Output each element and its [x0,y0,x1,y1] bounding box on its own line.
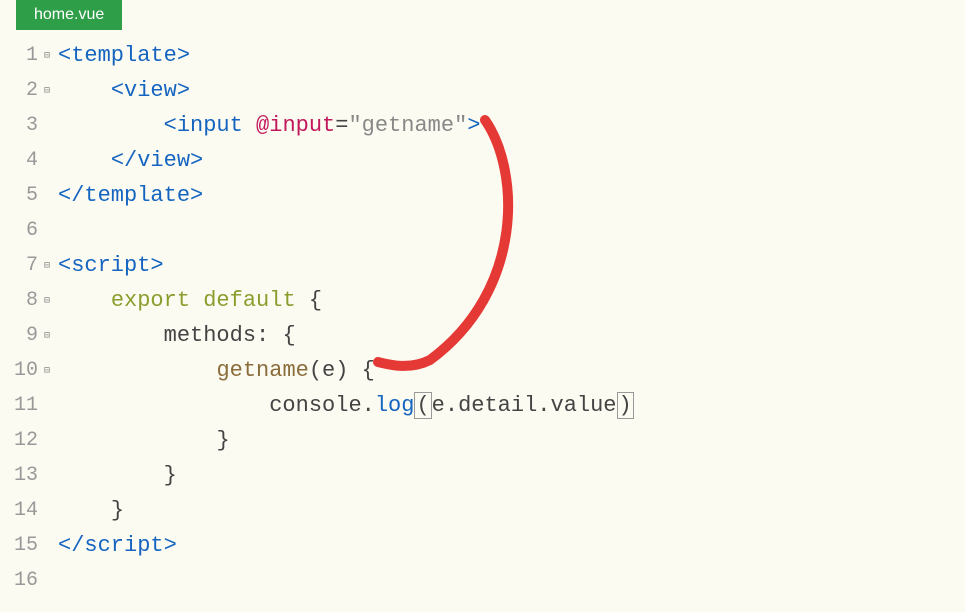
line-number: 3 [0,114,40,137]
line-number: 6 [0,219,40,242]
code-line: 9 ⊟ methods: { [0,318,965,353]
code-content[interactable]: <input @input="getname"> [54,113,481,138]
code-line: 7 ⊟ <script> [0,248,965,283]
line-number: 4 [0,149,40,172]
line-number: 11 [0,394,40,417]
code-line: 6 [0,213,965,248]
code-line: 14 } [0,493,965,528]
line-number: 15 [0,534,40,557]
fold-icon[interactable]: ⊟ [40,50,54,62]
fold-icon[interactable]: ⊟ [40,85,54,97]
line-number: 7 [0,254,40,277]
line-number: 5 [0,184,40,207]
line-number: 13 [0,464,40,487]
code-content[interactable]: getname(e) { [54,358,375,383]
line-number: 10 [0,359,40,382]
line-number: 1 [0,44,40,67]
code-line: 15 </script> [0,528,965,563]
code-content[interactable]: } [54,463,177,488]
code-line: 16 [0,563,965,598]
code-line: 13 } [0,458,965,493]
code-content[interactable]: } [54,498,124,523]
code-line: 2 ⊟ <view> [0,73,965,108]
code-content[interactable]: <script> [54,253,164,278]
fold-icon[interactable]: ⊟ [40,295,54,307]
fold-icon[interactable]: ⊟ [40,330,54,342]
code-editor[interactable]: 1 ⊟ <template> 2 ⊟ <view> 3 <input @inpu… [0,30,965,598]
code-content[interactable]: </template> [54,183,203,208]
line-number: 8 [0,289,40,312]
line-number: 14 [0,499,40,522]
code-content[interactable]: </script> [54,533,177,558]
code-line: 12 } [0,423,965,458]
code-content[interactable]: <view> [54,78,190,103]
code-content[interactable]: <template> [54,43,190,68]
code-line: 11 console.log(e.detail.value) [0,388,965,423]
fold-icon[interactable]: ⊟ [40,260,54,272]
line-number: 9 [0,324,40,347]
file-tab-label: home.vue [34,6,104,23]
line-number: 12 [0,429,40,452]
code-line: 1 ⊟ <template> [0,38,965,73]
code-line: 5 </template> [0,178,965,213]
code-line: 4 </view> [0,143,965,178]
line-number: 16 [0,569,40,592]
code-content[interactable]: } [54,428,230,453]
code-content[interactable]: </view> [54,148,203,173]
code-line: 3 <input @input="getname"> [0,108,965,143]
fold-icon[interactable]: ⊟ [40,365,54,377]
code-line: 10 ⊟ getname(e) { [0,353,965,388]
code-content[interactable]: console.log(e.detail.value) [54,393,634,418]
code-content[interactable]: export default { [54,288,322,313]
code-line: 8 ⊟ export default { [0,283,965,318]
file-tab[interactable]: home.vue [16,0,122,30]
code-content[interactable]: methods: { [54,323,296,348]
line-number: 2 [0,79,40,102]
